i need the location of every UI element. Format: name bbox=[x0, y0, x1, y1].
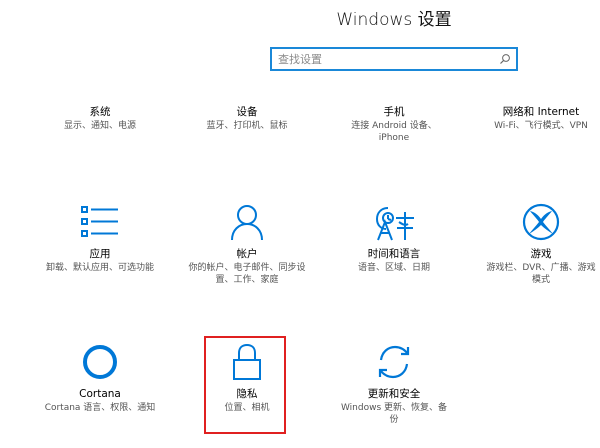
sync-icon bbox=[374, 342, 414, 382]
tile-phone[interactable]: 手机 连接 Android 设备、iPhone bbox=[329, 104, 459, 154]
tile-system-name: 系统 bbox=[89, 106, 111, 118]
tile-update-name: 更新和安全 bbox=[367, 388, 421, 400]
tile-network[interactable]: 网络和 Internet Wi-Fi、飞行模式、VPN bbox=[476, 104, 600, 154]
tile-gaming[interactable]: 游戏 游戏栏、DVR、广播、游戏模式 bbox=[476, 200, 600, 290]
tile-apps-name: 应用 bbox=[89, 248, 111, 260]
tile-gaming-desc: 游戏栏、DVR、广播、游戏模式 bbox=[486, 263, 596, 285]
tile-cortana-name: Cortana bbox=[79, 388, 121, 400]
tile-devices-desc: 蓝牙、打印机、鼠标 bbox=[206, 121, 288, 131]
tile-apps[interactable]: 应用 卸载、默认应用、可选功能 bbox=[35, 200, 165, 290]
tile-update-desc: Windows 更新、恢复、备份 bbox=[340, 403, 448, 425]
tile-network-name: 网络和 Internet bbox=[502, 106, 580, 118]
tile-devices-name: 设备 bbox=[236, 106, 258, 118]
tile-accounts-name: 帐户 bbox=[236, 248, 258, 260]
window-title: Windows 设置 bbox=[336, 10, 452, 30]
xbox-icon bbox=[521, 202, 561, 242]
tile-phone-name: 手机 bbox=[383, 106, 405, 118]
privacy-highlight-box bbox=[204, 336, 286, 434]
tile-time-name: 时间和语言 bbox=[367, 248, 421, 260]
tile-time-desc: 语音、区域、日期 bbox=[357, 263, 430, 273]
tile-system[interactable]: 系统 显示、通知、电源 bbox=[35, 104, 165, 154]
tile-system-desc: 显示、通知、电源 bbox=[63, 121, 136, 131]
tile-cortana[interactable]: Cortana Cortana 语言、权限、通知 bbox=[35, 338, 165, 428]
tile-network-desc: Wi-Fi、飞行模式、VPN bbox=[494, 121, 588, 131]
tile-phone-desc: 连接 Android 设备、iPhone bbox=[351, 121, 437, 143]
tile-time-language[interactable]: 时间和语言 语音、区域、日期 bbox=[329, 200, 459, 290]
tile-cortana-desc: Cortana 语言、权限、通知 bbox=[44, 403, 156, 413]
tile-accounts-desc: 你的帐户、电子邮件、同步设置、工作、家庭 bbox=[188, 263, 306, 285]
apps-list-icon bbox=[80, 204, 120, 240]
tile-update-security[interactable]: 更新和安全 Windows 更新、恢复、备份 bbox=[329, 338, 459, 428]
search-box[interactable] bbox=[270, 47, 518, 71]
tile-devices[interactable]: 设备 蓝牙、打印机、鼠标 bbox=[182, 104, 312, 154]
search-icon[interactable] bbox=[499, 53, 511, 65]
tile-accounts[interactable]: 帐户 你的帐户、电子邮件、同步设置、工作、家庭 bbox=[182, 200, 312, 290]
tile-gaming-name: 游戏 bbox=[530, 248, 552, 260]
search-input[interactable] bbox=[278, 51, 488, 67]
language-icon bbox=[372, 202, 416, 242]
cortana-circle-icon bbox=[80, 342, 120, 382]
person-icon bbox=[227, 202, 267, 242]
tile-apps-desc: 卸载、默认应用、可选功能 bbox=[45, 263, 154, 273]
